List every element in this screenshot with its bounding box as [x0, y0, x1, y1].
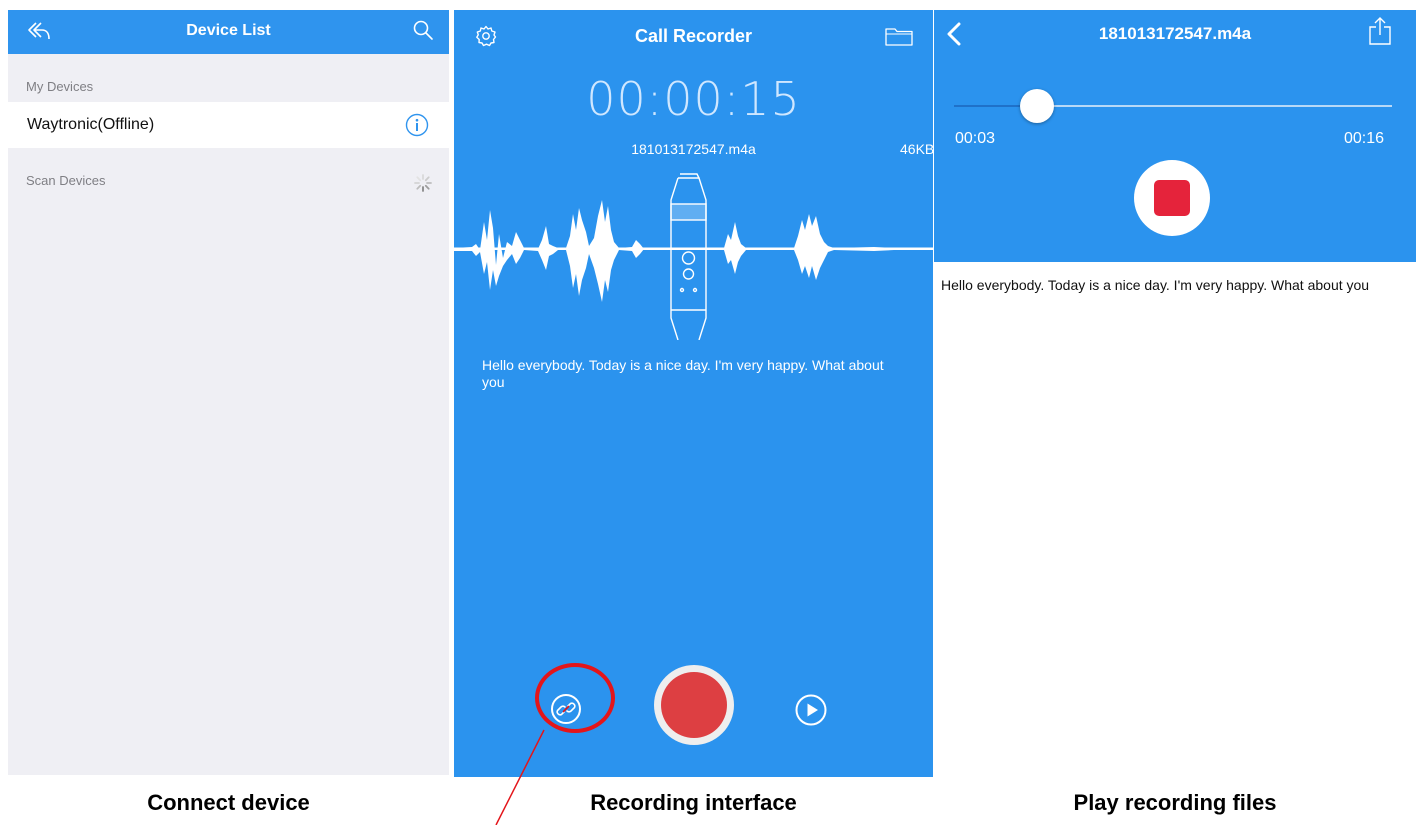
folder-icon[interactable]: [884, 25, 914, 47]
caption-recording-interface: Recording interface: [590, 790, 797, 815]
transcript-text: Hello everybody. Today is a nice day. I'…: [941, 277, 1370, 293]
my-devices-header: My Devices: [26, 79, 94, 94]
device-row[interactable]: Waytronic(Offline): [8, 102, 449, 148]
scan-devices-header: Scan Devices: [26, 173, 106, 188]
stop-button[interactable]: [1134, 160, 1210, 236]
device-list-screen: Device List My Devices Waytronic(Offline…: [8, 10, 449, 775]
waveform-visual: [454, 173, 933, 340]
page-title: 181013172547.m4a: [1098, 24, 1252, 43]
page-title: Device List: [186, 22, 271, 39]
total-time: 00:16: [1344, 130, 1385, 147]
device-name: Waytronic(Offline): [27, 116, 155, 133]
playback-thumb[interactable]: [1020, 89, 1055, 123]
recording-timer: 00:00:15: [586, 72, 801, 126]
play-icon[interactable]: [795, 694, 827, 726]
caption-play-recording-files: Play recording files: [1073, 790, 1277, 815]
recorder-device-icon: [670, 173, 707, 340]
record-icon: [661, 672, 727, 738]
annotation-circle: [535, 663, 615, 733]
current-time: 00:03: [955, 130, 996, 147]
player-screen: 181013172547.m4a 00:03 00:16 Hello every…: [934, 10, 1416, 777]
share-icon[interactable]: [1366, 16, 1394, 46]
player-header: 181013172547.m4a 00:03 00:16: [934, 10, 1416, 262]
stop-icon: [1154, 180, 1190, 216]
transcript-text: Hello everybody. Today is a nice day. I'…: [482, 357, 884, 390]
file-size: 46KB: [900, 141, 933, 157]
device-list-navbar: Device List: [8, 10, 449, 54]
loading-spinner-icon: [414, 174, 432, 192]
recorder-screen: Call Recorder 00:00:15 181013172547.m4a …: [454, 10, 933, 777]
info-icon[interactable]: [405, 113, 429, 137]
record-button[interactable]: [654, 665, 734, 745]
page-title: Call Recorder: [634, 26, 753, 46]
file-name: 181013172547.m4a: [631, 141, 756, 157]
caption-connect-device: Connect device: [147, 790, 310, 815]
search-icon[interactable]: [412, 19, 434, 41]
